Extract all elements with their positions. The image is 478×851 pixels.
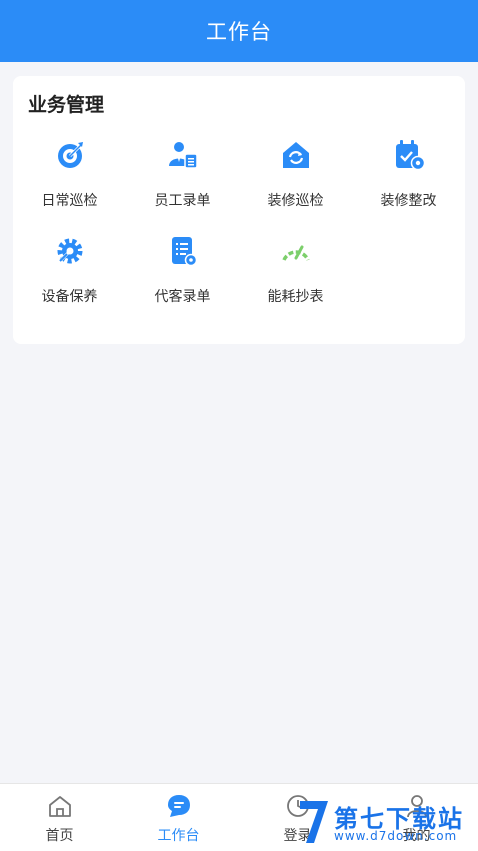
function-label: 装修巡检 xyxy=(267,193,324,209)
tab-label: 工作台 xyxy=(157,828,200,844)
function-label: 设备保养 xyxy=(41,289,98,305)
target-icon xyxy=(57,142,83,168)
function-energy-reading[interactable]: 能耗抄表 xyxy=(239,232,352,312)
tab-label: 首页 xyxy=(45,828,74,844)
home-icon xyxy=(48,796,71,817)
chat-icon xyxy=(167,795,190,817)
gear-wrench-icon xyxy=(57,238,82,264)
watermark-url: www.d7down.com xyxy=(334,829,458,843)
gauge-icon xyxy=(281,245,310,261)
section-title: 业务管理 xyxy=(28,94,105,116)
function-proxy-order[interactable]: 代客录单 xyxy=(126,232,239,312)
function-label: 装修整改 xyxy=(380,193,437,209)
watermark-overlay: 第七下载站 www.d7down.com xyxy=(296,795,476,850)
tab-workbench[interactable]: 工作台 xyxy=(119,784,238,851)
function-renovation-rectify[interactable]: 装修整改 xyxy=(352,136,465,216)
function-label: 日常巡检 xyxy=(41,193,98,209)
calendar-gear-icon xyxy=(395,140,425,171)
function-staff-order[interactable]: 员工录单 xyxy=(126,136,239,216)
function-label: 代客录单 xyxy=(154,289,211,305)
function-label: 员工录单 xyxy=(154,193,211,209)
watermark-logo-icon xyxy=(300,801,328,843)
function-label: 能耗抄表 xyxy=(267,289,324,305)
function-daily-inspection[interactable]: 日常巡检 xyxy=(13,136,126,216)
page-title: 工作台 xyxy=(206,20,272,44)
house-refresh-icon xyxy=(282,142,309,168)
function-renovation-inspection[interactable]: 装修巡检 xyxy=(239,136,352,216)
staff-list-icon xyxy=(168,142,198,169)
function-equipment-maintenance[interactable]: 设备保养 xyxy=(13,232,126,312)
business-management-card: 业务管理 日常巡检 员工录单 装修巡检 装修整改 设备保养 代客录单 能耗抄表 xyxy=(13,76,465,344)
app-header: 工作台 xyxy=(0,0,478,62)
tab-home[interactable]: 首页 xyxy=(0,784,119,851)
document-icon xyxy=(171,237,197,267)
